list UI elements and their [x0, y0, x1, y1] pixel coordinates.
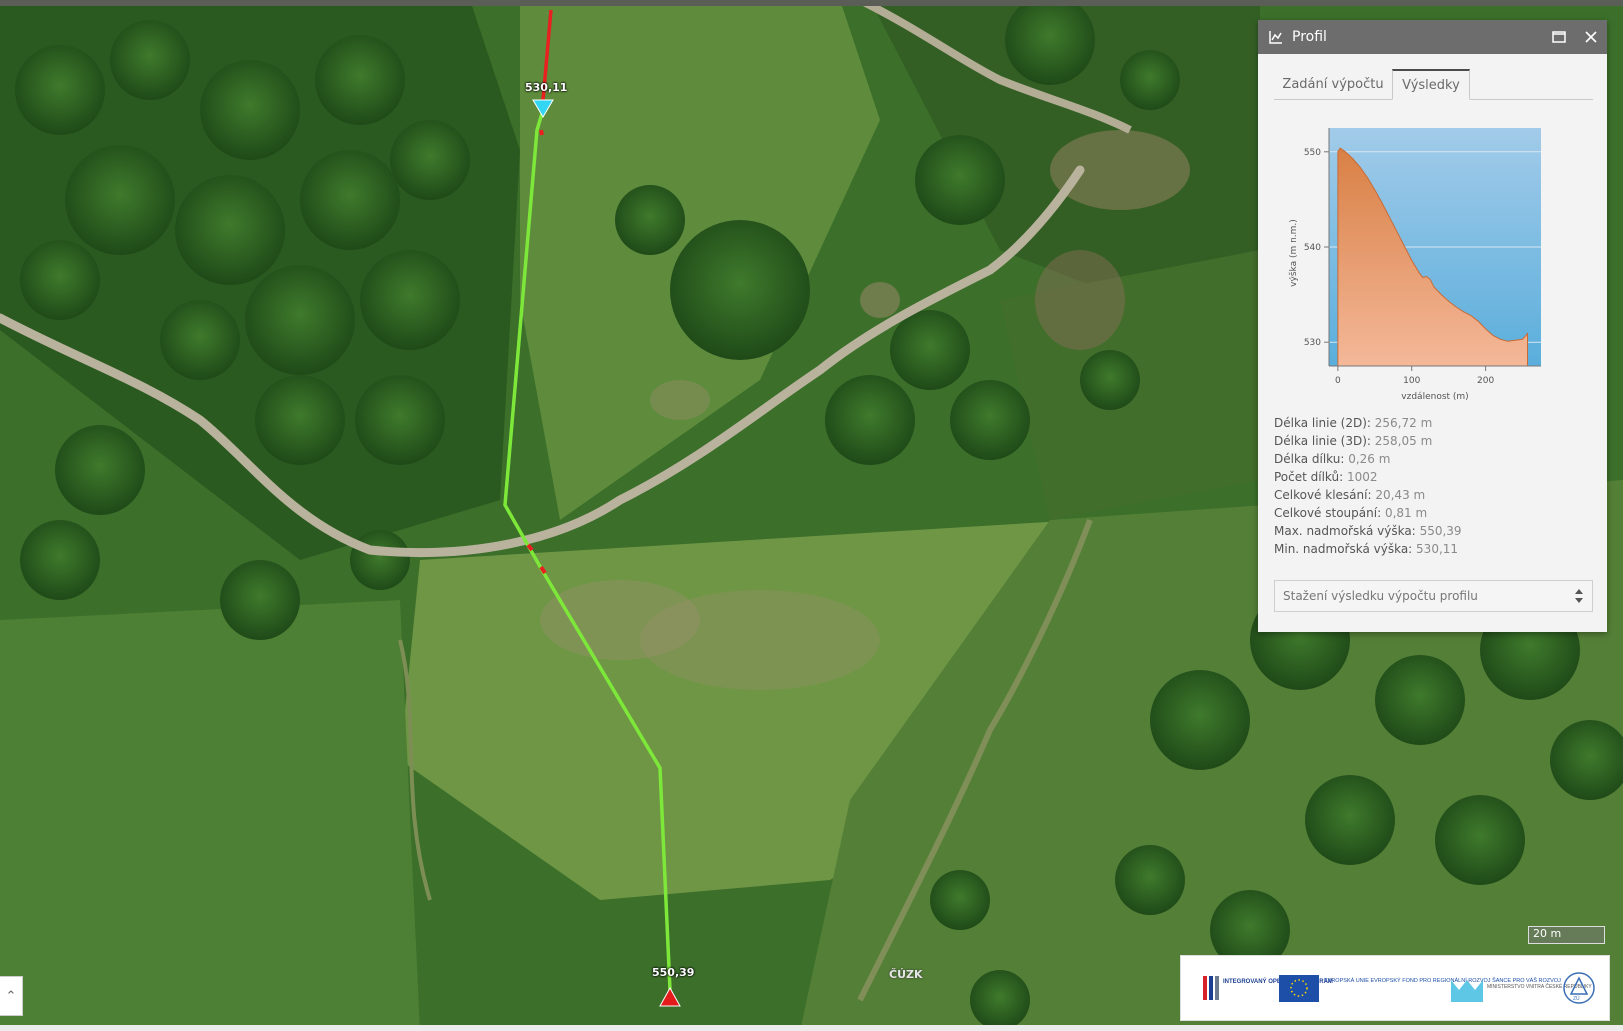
- funding-logos: INTEGROVANÝ OPERAČNÍ PROGRAM EVROPSKÁ UN…: [1180, 955, 1610, 1021]
- elevation-profile-chart[interactable]: 530 540 550 0 100 200 výška (m n.m.) vzdáleno…: [1274, 128, 1594, 408]
- close-icon[interactable]: [1582, 28, 1600, 46]
- scale-label: 20 m: [1533, 927, 1562, 940]
- chevron-up-icon: ⌃: [5, 988, 17, 1004]
- stat-segment-length: Délka dílku: 0,26 m: [1274, 452, 1391, 466]
- zu-logo-text: ZÚ: [1573, 995, 1580, 1002]
- tab-bar: Zadání výpočtu Výsledky: [1274, 69, 1593, 100]
- collapse-button[interactable]: ⌃: [0, 976, 23, 1016]
- panel-header[interactable]: Profil: [1258, 20, 1607, 54]
- map-attribution: ČÚZK: [889, 968, 923, 981]
- end-point-label: 550,39: [652, 966, 695, 979]
- tab-vysledky[interactable]: Výsledky: [1392, 69, 1470, 100]
- profile-stats: Délka linie (2D): 256,72 m Délka linie (…: [1274, 414, 1462, 558]
- stat-total-ascent: Celkové stoupání: 0,81 m: [1274, 506, 1428, 520]
- x-tick-label: 200: [1477, 376, 1494, 386]
- y-tick-label: 550: [1304, 148, 1321, 158]
- profile-panel: Profil Zadání výpočtu Výsledky 530 540 5…: [1258, 20, 1607, 632]
- bottom-bar: [0, 1025, 1623, 1031]
- download-select[interactable]: Stažení výsledku výpočtu profilu: [1274, 580, 1593, 612]
- select-arrows-icon: [1575, 589, 1583, 603]
- x-tick-label: 0: [1335, 376, 1341, 386]
- eu-flag-text: EVROPSKÁ UNIE EVROPSKÝ FOND PRO REGIONÁL…: [1324, 977, 1561, 984]
- y-axis-label: výška (m n.m.): [1288, 219, 1299, 287]
- x-tick-label: 100: [1403, 376, 1420, 386]
- stat-total-descent: Celkové klesání: 20,43 m: [1274, 488, 1426, 502]
- y-tick-label: 530: [1304, 338, 1321, 348]
- start-point-label: 530,11: [525, 81, 568, 94]
- stat-min-elevation: Min. nadmořská výška: 530,11: [1274, 542, 1459, 556]
- stat-line-length-3d: Délka linie (3D): 258,05 m: [1274, 434, 1433, 448]
- x-axis-label: vzdálenost (m): [1401, 392, 1468, 402]
- maximize-icon[interactable]: [1550, 28, 1568, 46]
- panel-title: Profil: [1292, 29, 1327, 45]
- stat-max-elevation: Max. nadmořská výška: 550,39: [1274, 524, 1462, 538]
- tab-zadani-vypoctu[interactable]: Zadání výpočtu: [1274, 69, 1392, 99]
- stat-segment-count: Počet dílků: 1002: [1274, 470, 1378, 484]
- chart-icon: [1269, 31, 1282, 44]
- y-tick-label: 540: [1304, 243, 1321, 253]
- download-select-value: Stažení výsledku výpočtu profilu: [1283, 589, 1478, 603]
- stat-line-length-2d: Délka linie (2D): 256,72 m: [1274, 416, 1433, 430]
- scale-bar: 20 m: [1528, 926, 1605, 944]
- top-bar: [0, 0, 1623, 6]
